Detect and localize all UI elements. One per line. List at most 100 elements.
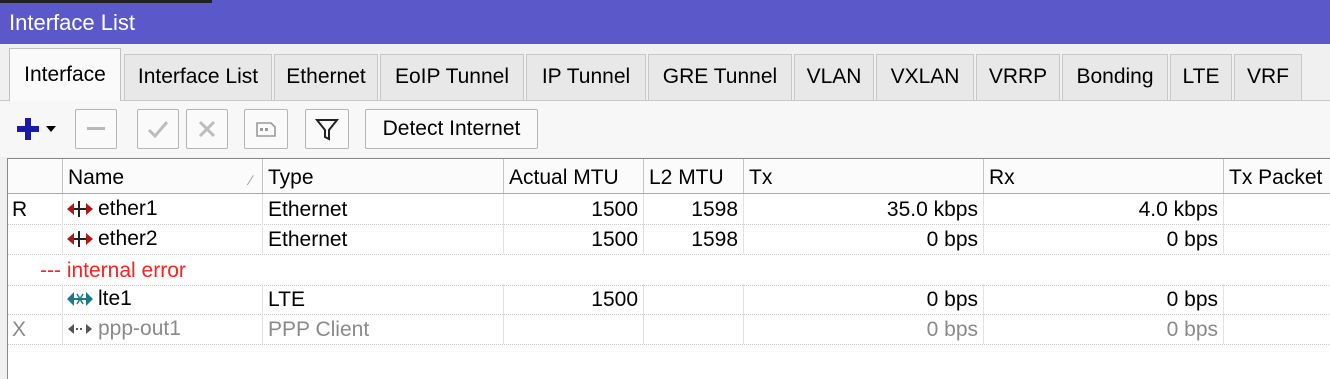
- col-tx-packet-header[interactable]: Tx Packet: [1224, 159, 1330, 193]
- table-row[interactable]: ether2 Ethernet 1500 1598 0 bps 0 bps: [8, 224, 1330, 255]
- tab-vrrp[interactable]: VRRP: [976, 54, 1060, 100]
- col-rx-header[interactable]: Rx: [984, 159, 1224, 193]
- tab-interface[interactable]: Interface: [9, 48, 121, 101]
- row-l2-mtu: 1598: [644, 224, 744, 254]
- row-name-text: lte1: [98, 287, 132, 310]
- col-label: Name: [68, 166, 125, 189]
- row-l2-mtu: 1598: [644, 194, 744, 224]
- remove-button[interactable]: [75, 109, 117, 149]
- row-tx: 0 bps: [744, 224, 984, 254]
- col-label: Type: [268, 166, 314, 189]
- tab-bar: Interface Interface List Ethernet EoIP T…: [9, 48, 1330, 101]
- disable-button[interactable]: [186, 109, 228, 149]
- row-tx-packet: [1224, 284, 1330, 314]
- lte-icon: [67, 292, 93, 306]
- tab-label: Interface List: [137, 65, 259, 88]
- row-tx-packet: [1224, 224, 1330, 254]
- comment-button[interactable]: [244, 109, 288, 149]
- row-name-text: ether2: [98, 227, 158, 250]
- col-type-header[interactable]: Type: [263, 159, 504, 193]
- col-tx-header[interactable]: Tx: [744, 159, 984, 193]
- row-name: ether2: [63, 224, 263, 254]
- note-icon: [256, 122, 276, 137]
- ethernet-icon: [67, 201, 93, 217]
- tab-vxlan[interactable]: VXLAN: [876, 54, 974, 100]
- row-tx-packet: [1224, 194, 1330, 224]
- col-label: L2 MTU: [649, 166, 724, 189]
- detect-internet-button[interactable]: Detect Internet: [365, 109, 538, 149]
- row-l2-mtu: [644, 284, 744, 314]
- col-flags-header[interactable]: [8, 159, 63, 193]
- row-type: LTE: [263, 284, 504, 314]
- row-rx: 4.0 kbps: [984, 194, 1224, 224]
- row-actual-mtu: 1500: [504, 224, 644, 254]
- minus-icon: [87, 127, 105, 130]
- enable-button[interactable]: [137, 109, 179, 149]
- col-actual-mtu-header[interactable]: Actual MTU: [504, 159, 644, 193]
- col-l2-mtu-header[interactable]: L2 MTU: [644, 159, 744, 193]
- filter-button[interactable]: [305, 109, 349, 149]
- row-flag: [8, 224, 63, 254]
- row-rx: 0 bps: [984, 284, 1224, 314]
- table-row[interactable]: lte1 LTE 1500 0 bps 0 bps: [8, 284, 1330, 315]
- titlebar-edge: [0, 0, 212, 3]
- interface-table: Name ∕ Type Actual MTU L2 MTU Tx Rx Tx P…: [7, 158, 1330, 379]
- window-titlebar[interactable]: Interface List: [0, 0, 1330, 44]
- ppp-icon: [68, 324, 92, 334]
- tab-label: VRF: [1247, 65, 1289, 88]
- row-tx: 0 bps: [744, 284, 984, 314]
- tab-label: Ethernet: [286, 65, 366, 88]
- tab-label: VXLAN: [890, 65, 960, 88]
- row-flag: R: [8, 194, 63, 224]
- check-icon: [147, 121, 169, 139]
- col-label: Rx: [989, 166, 1015, 189]
- col-name-header[interactable]: Name ∕: [63, 159, 263, 193]
- row-name: ppp-out1: [63, 314, 263, 344]
- tab-label: VLAN: [806, 65, 862, 88]
- ethernet-icon: [67, 231, 93, 247]
- funnel-icon: [314, 119, 340, 141]
- x-icon: [198, 120, 216, 138]
- table-header: Name ∕ Type Actual MTU L2 MTU Tx Rx Tx P…: [8, 159, 1330, 194]
- tab-ip-tunnel[interactable]: IP Tunnel: [526, 54, 646, 100]
- row-tx: 35.0 kbps: [744, 194, 984, 224]
- col-label: Tx: [749, 166, 773, 189]
- row-name: lte1: [63, 284, 263, 314]
- row-actual-mtu: 1500: [504, 194, 644, 224]
- tab-vrf[interactable]: VRF: [1234, 54, 1302, 100]
- tab-vlan[interactable]: VLAN: [794, 54, 874, 100]
- tab-label: LTE: [1182, 65, 1220, 88]
- row-actual-mtu: 1500: [504, 284, 644, 314]
- tab-gre-tunnel[interactable]: GRE Tunnel: [648, 54, 792, 100]
- tab-eoip-tunnel[interactable]: EoIP Tunnel: [380, 54, 524, 100]
- row-name-text: ether1: [98, 197, 158, 220]
- tab-lte[interactable]: LTE: [1170, 54, 1232, 100]
- row-tx: 0 bps: [744, 314, 984, 344]
- row-type: Ethernet: [263, 194, 504, 224]
- col-label: Tx Packet: [1229, 166, 1323, 189]
- add-button[interactable]: [10, 109, 66, 149]
- row-flag: X: [8, 314, 63, 344]
- detect-internet-label: Detect Internet: [382, 117, 521, 140]
- tab-label: IP Tunnel: [541, 65, 631, 88]
- tab-ethernet[interactable]: Ethernet: [274, 54, 378, 100]
- row-type: PPP Client: [263, 314, 504, 344]
- plus-icon: [17, 118, 56, 140]
- toolbar: Detect Internet: [0, 100, 1330, 157]
- tab-bonding[interactable]: Bonding: [1062, 54, 1168, 100]
- row-actual-mtu: [504, 314, 644, 344]
- tab-label: EoIP Tunnel: [394, 65, 510, 88]
- tab-label: GRE Tunnel: [662, 65, 778, 88]
- tab-label: Interface: [24, 63, 106, 86]
- row-l2-mtu: [644, 314, 744, 344]
- row-rx: 0 bps: [984, 314, 1224, 344]
- tab-interface-list[interactable]: Interface List: [124, 54, 272, 100]
- table-row[interactable]: R ether1 Ethernet 1500 1598 35.0 kbps 4.…: [8, 194, 1330, 225]
- table-row[interactable]: X ppp-out1 PPP Client 0 bps 0 bps: [8, 314, 1330, 345]
- row-name-text: ppp-out1: [98, 317, 181, 340]
- row-rx: 0 bps: [984, 224, 1224, 254]
- window-title: Interface List: [9, 10, 135, 35]
- row-name: ether1: [63, 194, 263, 224]
- row-tx-packet: [1224, 314, 1330, 344]
- col-label: Actual MTU: [509, 166, 619, 189]
